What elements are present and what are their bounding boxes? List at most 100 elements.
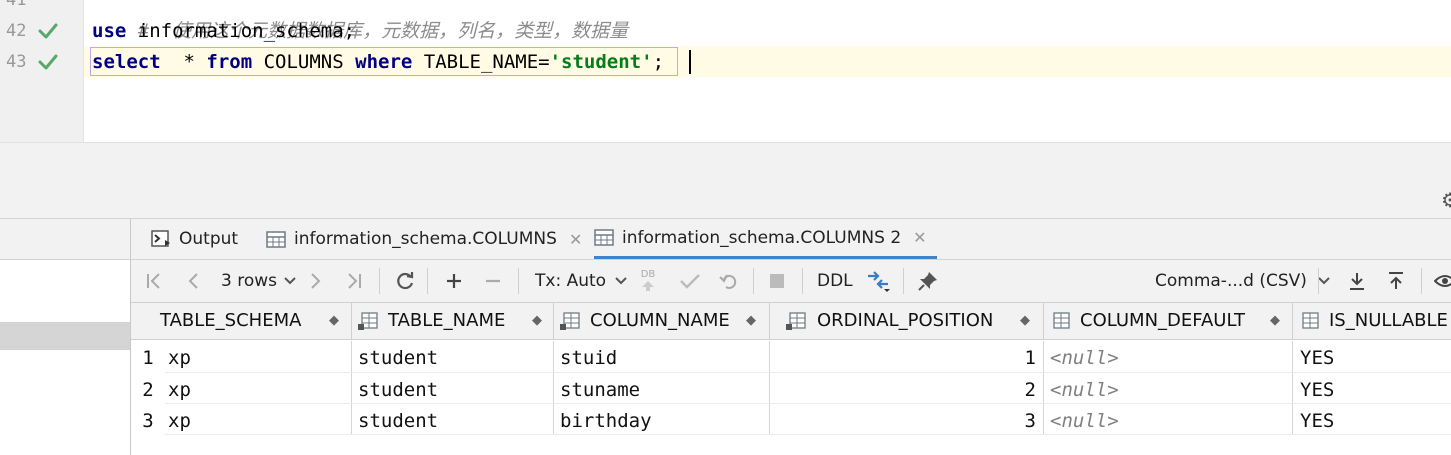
close-icon[interactable]: ✕ — [913, 228, 926, 247]
gutter-line-41: 41 — [0, 0, 83, 16]
first-page-icon[interactable] — [145, 260, 163, 302]
rollback-icon[interactable] — [719, 260, 739, 302]
column-icon — [1302, 312, 1319, 329]
next-page-icon[interactable] — [309, 260, 323, 302]
code-line-42[interactable]: use information_schema; — [92, 16, 355, 47]
cell-table-schema[interactable]: xp — [165, 373, 352, 404]
sort-icon[interactable]: ◆ — [1020, 303, 1030, 339]
ddl-label: DDL — [817, 271, 853, 291]
refresh-icon[interactable] — [395, 260, 415, 302]
cell-ordinal-position[interactable]: 2 — [770, 373, 1044, 404]
table-row[interactable]: 3 xp student birthday 3 <null> YES — [131, 404, 1451, 435]
last-page-icon[interactable] — [345, 260, 363, 302]
gutter-line-43: 43 — [0, 47, 83, 78]
tab-information-schema-columns[interactable]: information_schema.COLUMNS ✕ — [266, 219, 582, 259]
toolbar-separator — [379, 268, 380, 294]
code-line-41[interactable]: # 使用这个元数据数据库，元数据，列名，类型，数据量 — [92, 0, 628, 42]
column-header-is-nullable[interactable]: IS_NULLABLE — [1293, 303, 1451, 339]
stop-icon[interactable] — [768, 260, 786, 302]
cell-is-nullable[interactable]: YES — [1293, 404, 1451, 435]
cell-ordinal-position[interactable]: 3 — [770, 404, 1044, 435]
cell-table-schema[interactable]: xp — [165, 341, 352, 372]
services-tree-panel[interactable] — [0, 219, 131, 455]
cell-column-default[interactable]: <null> — [1044, 373, 1293, 404]
row-separator — [165, 434, 1451, 435]
executed-check-icon — [38, 54, 58, 70]
compare-arrows-icon[interactable] — [866, 260, 892, 302]
tab-information-schema-columns-2[interactable]: information_schema.COLUMNS 2 ✕ — [594, 219, 937, 259]
close-icon[interactable]: ✕ — [569, 230, 582, 249]
toolbar-separator — [427, 268, 428, 294]
row-number: 3 — [142, 410, 154, 432]
column-header-ordinal-position[interactable]: ORDINAL_POSITION ◆ — [770, 303, 1044, 339]
add-row-icon[interactable] — [445, 260, 463, 302]
sort-icon[interactable]: ◆ — [1270, 303, 1280, 339]
toolbar-separator — [518, 268, 519, 294]
column-header-label: TABLE_NAME — [388, 310, 506, 331]
cell-table-name[interactable]: student — [352, 341, 554, 372]
sort-icon[interactable]: ◆ — [746, 303, 756, 339]
column-icon — [358, 312, 378, 330]
results-grid[interactable]: TABLE_SCHEMA ◆ TABLE_NAME ◆ COLUMN_NAME … — [131, 303, 1451, 455]
transaction-mode-label: Tx: Auto — [535, 271, 607, 291]
cell-table-schema[interactable]: xp — [165, 404, 352, 435]
column-icon — [560, 312, 580, 330]
chevron-down-icon — [1318, 277, 1330, 285]
cell-is-nullable[interactable]: YES — [1293, 341, 1451, 372]
tab-label: information_schema.COLUMNS 2 — [622, 227, 902, 248]
sort-icon[interactable]: ◆ — [329, 303, 339, 339]
table-row[interactable]: 2 xp student stuname 2 <null> YES — [131, 373, 1451, 404]
rows-count-dropdown[interactable]: 3 rows — [221, 260, 297, 302]
keyword-use: use — [92, 20, 127, 42]
previous-page-icon[interactable] — [186, 260, 200, 302]
cell-table-name[interactable]: student — [352, 404, 554, 435]
upload-icon[interactable] — [1386, 260, 1406, 302]
selected-tree-row[interactable] — [0, 322, 130, 350]
gear-icon[interactable]: ⚙ — [1441, 188, 1451, 212]
cell-column-default[interactable]: <null> — [1044, 341, 1293, 372]
view-eye-icon[interactable] — [1434, 260, 1451, 302]
column-header-label: IS_NULLABLE — [1329, 310, 1448, 331]
cell-table-name[interactable]: student — [352, 373, 554, 404]
pin-tab-icon[interactable] — [917, 260, 939, 302]
commit-check-icon[interactable] — [679, 260, 701, 302]
toolbar-separator — [753, 268, 754, 294]
cell-column-name[interactable]: stuid — [554, 341, 770, 372]
delete-row-icon[interactable] — [484, 260, 502, 302]
db-submit-icon[interactable]: DB — [640, 260, 656, 302]
editor-gutter: 41 42 43 — [0, 0, 84, 142]
tab-output[interactable]: Output — [151, 219, 238, 259]
chevron-down-icon — [615, 277, 627, 285]
sql-editor[interactable]: 41 42 43 # 使用这个元数据数据库，元数据，列名，类型，数据量 use … — [0, 0, 1451, 142]
services-header-bar: ⚙ — [0, 180, 1451, 219]
column-header-label: COLUMN_DEFAULT — [1080, 310, 1246, 331]
ddl-button[interactable]: DDL — [817, 260, 853, 302]
cell-column-name[interactable]: stuname — [554, 373, 770, 404]
cell-ordinal-position[interactable]: 1 — [770, 341, 1044, 372]
column-header-column-name[interactable]: COLUMN_NAME ◆ — [554, 303, 770, 339]
cell-is-nullable[interactable]: YES — [1293, 373, 1451, 404]
editor-bottom-bar — [0, 142, 1451, 181]
export-format-label: Comma-...d (CSV) — [1155, 271, 1307, 291]
table-icon — [594, 229, 614, 246]
code-text: information_schema; — [126, 20, 356, 42]
gutter-line-42: 42 — [0, 16, 83, 47]
cell-column-default[interactable]: <null> — [1044, 404, 1293, 435]
table-row[interactable]: 1 xp student stuid 1 <null> YES — [131, 341, 1451, 372]
column-header-column-default[interactable]: COLUMN_DEFAULT ◆ — [1044, 303, 1293, 339]
export-format-dropdown[interactable]: Comma-...d (CSV) — [1155, 260, 1331, 302]
column-header-table-name[interactable]: TABLE_NAME ◆ — [352, 303, 554, 339]
current-statement-outline — [90, 47, 678, 76]
column-header-label: TABLE_SCHEMA — [160, 310, 302, 331]
column-header-table-schema[interactable]: TABLE_SCHEMA ◆ — [131, 303, 352, 339]
download-icon[interactable] — [1347, 260, 1367, 302]
column-header-label: ORDINAL_POSITION — [817, 310, 994, 331]
db-label: DB — [640, 269, 656, 280]
tab-label: information_schema.COLUMNS — [294, 229, 557, 249]
sort-icon[interactable]: ◆ — [532, 303, 542, 339]
row-number: 2 — [142, 379, 154, 401]
toolbar-separator — [802, 268, 803, 294]
cell-column-name[interactable]: birthday — [554, 404, 770, 435]
console-output-icon — [151, 230, 170, 247]
transaction-mode-dropdown[interactable]: Tx: Auto — [535, 260, 628, 302]
